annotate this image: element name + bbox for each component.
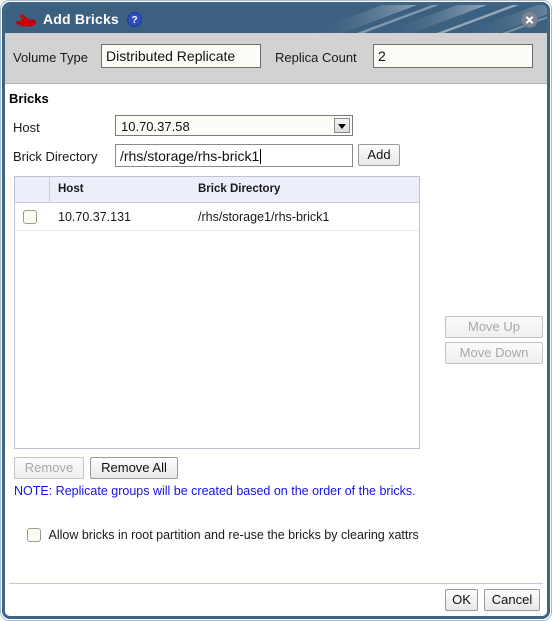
host-label: Host [13,120,40,135]
replica-count-value: 2 [373,44,533,68]
allow-root-partition-row[interactable]: Allow bricks in root partition and re-us… [27,527,419,542]
ok-button[interactable]: OK [445,589,478,611]
row-host: 10.70.37.131 [58,209,131,224]
text-caret [260,149,262,164]
row-select-cell[interactable] [15,209,50,224]
add-bricks-dialog: Add Bricks ? Volume Type Distributed Rep… [0,0,552,621]
bricks-table-header: Host Brick Directory [15,177,419,203]
bricks-table: Host Brick Directory 10.70.37.131 /rhs/s… [14,176,420,449]
brick-directory-input-value: /rhs/storage/rhs-brick1 [120,148,260,164]
close-icon[interactable] [521,11,538,28]
cancel-button[interactable]: Cancel [484,589,540,611]
window-title: Add Bricks [43,11,119,27]
host-select-value: 10.70.37.58 [121,119,190,134]
bricks-section-title: Bricks [9,91,49,106]
move-up-button[interactable]: Move Up [445,316,543,338]
allow-root-partition-label: Allow bricks in root partition and re-us… [48,527,419,542]
note-text: NOTE: Replicate groups will be created b… [14,484,416,498]
host-select[interactable]: 10.70.37.58 [115,115,353,136]
row-checkbox[interactable] [23,209,37,224]
add-button[interactable]: Add [358,144,400,166]
column-header-brick-directory: Brick Directory [198,183,281,195]
footer-bar: OK Cancel [5,584,547,616]
table-row[interactable]: 10.70.37.131 /rhs/storage1/rhs-brick1 [15,203,419,231]
brick-directory-label: Brick Directory [13,149,98,164]
move-down-button[interactable]: Move Down [445,342,543,364]
column-header-select [15,177,50,202]
titlebar-decorative-streaks [287,5,547,33]
volume-type-value: Distributed Replicate [101,44,261,68]
row-directory: /rhs/storage1/rhs-brick1 [198,209,330,224]
column-header-host: Host [58,183,84,195]
brick-directory-input[interactable]: /rhs/storage/rhs-brick1 [115,144,353,167]
help-icon[interactable]: ? [127,12,142,27]
allow-root-partition-checkbox[interactable] [27,527,41,542]
chevron-down-icon[interactable] [334,118,350,133]
remove-all-button[interactable]: Remove All [90,457,178,479]
title-bar[interactable]: Add Bricks ? [5,5,547,33]
red-hat-logo-icon [16,14,36,27]
remove-button[interactable]: Remove [14,457,84,479]
volume-info-strip: Volume Type Distributed Replicate Replic… [5,33,547,84]
replica-count-label: Replica Count [275,50,357,65]
volume-type-label: Volume Type [13,50,88,65]
dialog-body: Bricks Host 10.70.37.58 Brick Directory … [5,84,547,583]
